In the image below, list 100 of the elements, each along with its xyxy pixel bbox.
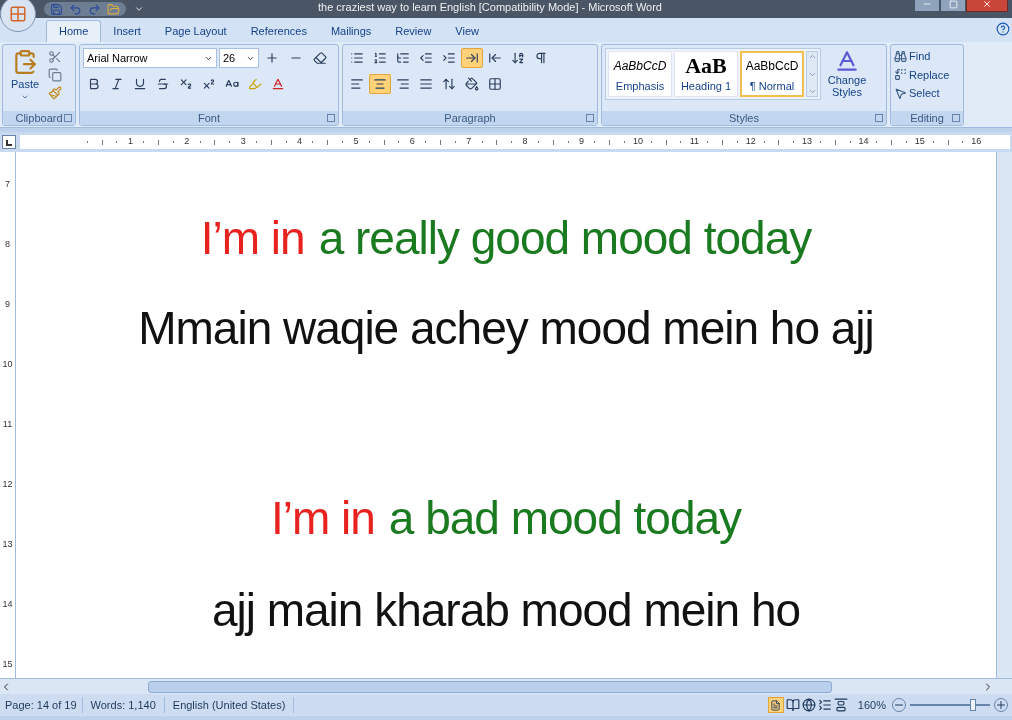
zoom-slider[interactable]	[907, 698, 993, 712]
word-count[interactable]: Words: 1,140	[82, 696, 165, 714]
left-to-right-button[interactable]	[461, 48, 483, 68]
ruler-number: 15	[2, 660, 13, 669]
font-name-field[interactable]: Arial Narrow	[83, 48, 217, 68]
bold-icon	[87, 77, 101, 91]
bullets-icon	[350, 51, 364, 65]
ruler-number: 11	[2, 420, 13, 429]
outline-icon[interactable]	[817, 698, 832, 712]
ribbon-tab[interactable]: Page Layout	[152, 20, 239, 42]
replace-button[interactable]: Replace	[894, 66, 950, 83]
numbering-icon	[373, 51, 387, 65]
zoom-in-icon[interactable]	[994, 698, 1008, 712]
ruler-number: 3	[239, 135, 247, 149]
ruler-number: 9	[578, 135, 585, 149]
ruler-number: 14	[857, 135, 870, 149]
dialog-launcher-icon[interactable]	[586, 114, 594, 122]
ribbon-tab[interactable]: References	[238, 20, 319, 42]
style-item[interactable]: AaB Heading 1	[674, 51, 738, 97]
cut-icon[interactable]	[48, 50, 62, 64]
change-styles-button[interactable]: Change Styles	[825, 48, 869, 111]
ruler-number: 12	[2, 480, 13, 489]
ruler-number: 13	[2, 540, 13, 549]
ruler-number: 8	[521, 135, 529, 149]
language-status[interactable]: English (United States)	[164, 696, 295, 714]
ribbon-tab[interactable]: View	[443, 20, 491, 42]
style-item[interactable]: AaBbCcD ¶ Normal	[740, 51, 804, 97]
ruler-number: 6	[408, 135, 416, 149]
document-text: a bad mood today	[388, 491, 742, 546]
document-text: ajj main kharab mood mein ho	[211, 583, 801, 638]
dialog-launcher-icon[interactable]	[952, 114, 960, 122]
page-icon	[770, 699, 782, 711]
ruler-number: 7	[5, 180, 10, 189]
document-text: I’m in	[270, 491, 375, 546]
styles-icon	[834, 48, 860, 74]
ruler-number: 7	[465, 135, 473, 149]
help-icon[interactable]	[996, 22, 1010, 36]
paste-button[interactable]: Paste	[6, 48, 44, 111]
ribbon-tab[interactable]: Mailings	[318, 20, 384, 42]
right-to-left-icon	[488, 51, 502, 65]
borders-icon	[488, 77, 502, 91]
plus-icon	[265, 51, 279, 65]
eraser-icon	[313, 51, 327, 65]
horizontal-scrollbar[interactable]	[0, 678, 1012, 694]
maximize-button[interactable]	[940, 0, 966, 12]
style-item[interactable]: AaBbCcD Emphasis	[608, 51, 672, 97]
ribbon-tab[interactable]: Insert	[101, 20, 153, 42]
document-text: I’m in	[200, 211, 305, 266]
vertical-scrollbar[interactable]	[996, 152, 1012, 678]
document-text: a really good mood today	[318, 211, 812, 266]
ruler-number: 8	[5, 240, 10, 249]
group-label: Paragraph	[444, 112, 496, 124]
reading-layout-icon[interactable]	[785, 698, 800, 712]
dialog-launcher-icon[interactable]	[327, 114, 335, 122]
close-button[interactable]	[966, 0, 1008, 12]
group-label: Styles	[729, 112, 759, 124]
ruler-number: 4	[296, 135, 304, 149]
ribbon-tab[interactable]: Home	[46, 20, 102, 42]
highlighter-icon	[248, 77, 262, 91]
print-layout-button[interactable]	[767, 697, 784, 713]
strikethrough-icon	[156, 77, 170, 91]
maximize-icon	[948, 0, 958, 9]
window-title: the craziest way to learn English [Compatibility Mode] - Microsoft Word	[318, 0, 662, 14]
align-center-icon	[373, 77, 387, 91]
underline-icon	[133, 77, 147, 91]
customize-icon[interactable]	[134, 4, 144, 14]
zoom-thumb[interactable]	[970, 699, 977, 711]
format-painter-icon[interactable]	[48, 86, 62, 100]
ruler-number: 11	[688, 135, 700, 149]
ruler-number: 15	[913, 135, 926, 149]
copy-icon[interactable]	[48, 68, 62, 82]
left-to-right-icon	[465, 51, 479, 65]
more-icon	[807, 87, 817, 96]
select-button[interactable]: Select	[894, 85, 950, 102]
tab-selector-icon[interactable]	[2, 135, 16, 149]
ruler-number: 10	[2, 360, 13, 369]
superscript-icon	[202, 77, 216, 91]
web-layout-icon[interactable]	[801, 698, 816, 712]
ruler-number: 14	[2, 600, 13, 609]
subscript-icon	[179, 77, 193, 91]
group-label: Clipboard	[15, 112, 63, 124]
find-button[interactable]: Find	[894, 48, 950, 65]
ruler-number: 13	[801, 135, 814, 149]
dialog-launcher-icon[interactable]	[64, 114, 72, 122]
group-label: Editing	[910, 112, 944, 124]
pointer-icon	[894, 86, 907, 100]
ruler-number: 12	[744, 135, 757, 149]
ribbon-tab[interactable]: Review	[383, 20, 444, 42]
ruler-number: 5	[352, 135, 360, 149]
zoom-level[interactable]: 160%	[857, 696, 886, 714]
font-size-field[interactable]: 26	[219, 48, 259, 68]
align-left-icon	[350, 77, 364, 91]
paint-bucket-icon	[465, 77, 479, 91]
minimize-button[interactable]	[914, 0, 940, 12]
align-right-icon	[396, 77, 410, 91]
align-center-button[interactable]	[369, 74, 391, 94]
multilevel-list-icon	[396, 51, 410, 65]
dialog-launcher-icon[interactable]	[875, 114, 883, 122]
page-count[interactable]: Page: 14 of 19	[0, 696, 83, 714]
ruler-number: 2	[183, 135, 191, 149]
